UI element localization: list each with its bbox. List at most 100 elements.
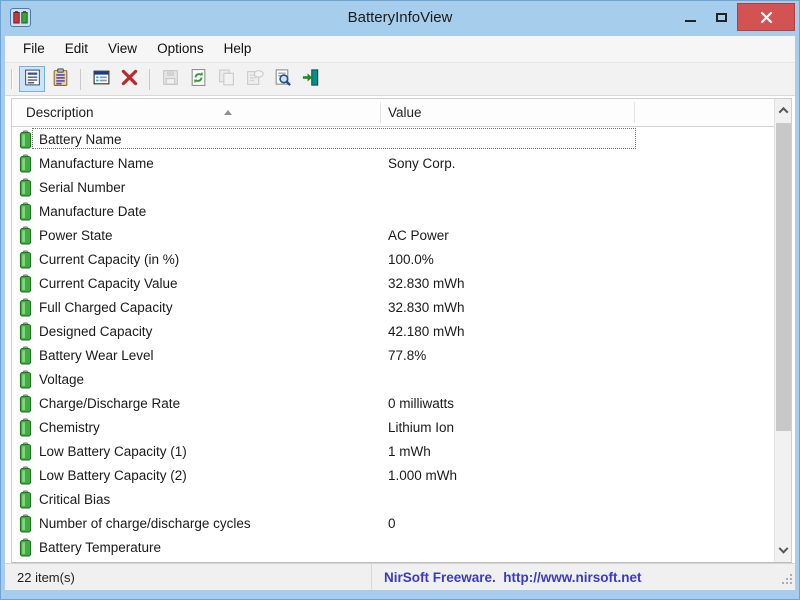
item-value: 77.8% [388, 348, 426, 363]
item-properties-button [241, 66, 267, 92]
list-item[interactable]: Manufacture Date [12, 199, 774, 223]
save-floppy-icon [161, 68, 180, 90]
item-value: Sony Corp. [388, 156, 456, 171]
menu-item-help[interactable]: Help [214, 36, 262, 62]
item-description: Voltage [39, 372, 84, 387]
vertical-scrollbar[interactable] [774, 99, 791, 562]
resize-grip-icon[interactable] [781, 573, 793, 588]
list-item[interactable]: Battery Temperature [12, 535, 774, 559]
battery-icon [19, 154, 32, 173]
list-view-wrapper: Description Value Battery Name [5, 96, 795, 563]
refresh-button[interactable] [185, 66, 211, 92]
save-button [157, 66, 183, 92]
minimize-button[interactable] [675, 3, 706, 31]
close-icon [760, 11, 773, 24]
item-value: 100.0% [388, 252, 434, 267]
find-magnifier-icon [273, 68, 292, 90]
list-item[interactable]: Current Capacity (in %) 100.0% [12, 247, 774, 271]
item-value: AC Power [388, 228, 449, 243]
item-value: 1.000 mWh [388, 468, 457, 483]
menu-item-view[interactable]: View [98, 36, 147, 62]
item-description: Serial Number [39, 180, 125, 195]
list-item[interactable]: Critical Bias [12, 487, 774, 511]
copy-icon [217, 68, 236, 90]
battery-icon [19, 178, 32, 197]
item-value: 32.830 mWh [388, 276, 465, 291]
html-report-button[interactable] [47, 66, 73, 92]
item-description: Current Capacity Value [39, 276, 178, 291]
menu-item-edit[interactable]: Edit [55, 36, 98, 62]
list-item[interactable]: Charge/Discharge Rate 0 milliwatts [12, 391, 774, 415]
battery-icon [19, 346, 32, 365]
report-clipboard-icon [51, 68, 70, 90]
battery-icon [19, 298, 32, 317]
item-description: Battery Name [39, 132, 122, 147]
battery-icon [19, 514, 32, 533]
list-item[interactable]: Current Capacity Value 32.830 mWh [12, 271, 774, 295]
battery-icon [19, 394, 32, 413]
list-item[interactable]: Serial Number [12, 175, 774, 199]
battery-icon [19, 418, 32, 437]
list-item[interactable]: Full Charged Capacity 32.830 mWh [12, 295, 774, 319]
list-item[interactable]: Manufacture Name Sony Corp. [12, 151, 774, 175]
list-item[interactable]: Number of charge/discharge cycles 0 [12, 511, 774, 535]
menu-item-file[interactable]: File [13, 36, 55, 62]
copy-button [213, 66, 239, 92]
nirsoft-branding-link[interactable]: NirSoft Freeware. http://www.nirsoft.net [384, 570, 642, 585]
item-description: Battery Temperature [39, 540, 161, 555]
battery-icon [19, 250, 32, 269]
item-value: 0 milliwatts [388, 396, 454, 411]
choose-columns-button[interactable] [88, 66, 114, 92]
battery-info-list: Description Value Battery Name [11, 98, 792, 563]
column-divider[interactable] [634, 102, 635, 123]
delete-button[interactable] [116, 66, 142, 92]
item-value: 42.180 mWh [388, 324, 465, 339]
list-item[interactable]: Chemistry Lithium Ion [12, 415, 774, 439]
properties-button[interactable] [19, 66, 45, 92]
item-description: Critical Bias [39, 492, 110, 507]
focus-rectangle [32, 128, 636, 149]
battery-icon [19, 274, 32, 293]
list-item[interactable]: Voltage [12, 367, 774, 391]
scrollbar-thumb[interactable] [776, 123, 791, 431]
properties-icon [23, 68, 42, 90]
menu-item-options[interactable]: Options [147, 36, 214, 62]
item-description: Manufacture Name [39, 156, 154, 171]
item-description: Power State [39, 228, 113, 243]
refresh-icon [189, 68, 208, 90]
exit-door-icon [301, 68, 320, 90]
scroll-down-button[interactable] [775, 540, 791, 562]
battery-icon [19, 226, 32, 245]
column-header-description[interactable]: Description [26, 99, 94, 126]
list-item[interactable]: Designed Capacity 42.180 mWh [12, 319, 774, 343]
list-item[interactable]: Power State AC Power [12, 223, 774, 247]
close-button[interactable] [737, 3, 795, 31]
battery-icon [19, 442, 32, 461]
chevron-up-icon [778, 106, 788, 116]
find-button[interactable] [269, 66, 295, 92]
status-branding-pane: NirSoft Freeware. http://www.nirsoft.net [372, 564, 795, 590]
status-item-count: 22 item(s) [5, 564, 372, 590]
item-description: Battery Wear Level [39, 348, 154, 363]
scroll-up-button[interactable] [775, 99, 791, 121]
toolbar-separator [149, 69, 150, 90]
exit-button[interactable] [297, 66, 323, 92]
column-header-value[interactable]: Value [388, 99, 422, 126]
item-description: Current Capacity (in %) [39, 252, 179, 267]
maximize-button[interactable] [706, 3, 737, 31]
battery-info-view-window: BatteryInfoView File Edit View Options H… [0, 0, 800, 600]
list-item[interactable]: Low Battery Capacity (2) 1.000 mWh [12, 463, 774, 487]
battery-icon [19, 538, 32, 557]
battery-icon [19, 130, 32, 149]
list-item[interactable]: Low Battery Capacity (1) 1 mWh [12, 439, 774, 463]
column-divider[interactable] [380, 102, 381, 123]
list-item[interactable]: Battery Name [12, 127, 774, 151]
item-description: Designed Capacity [39, 324, 152, 339]
titlebar[interactable]: BatteryInfoView [0, 0, 800, 36]
item-description: Chemistry [39, 420, 100, 435]
item-count-text: 22 item(s) [17, 570, 75, 585]
delete-x-icon [120, 68, 139, 90]
list-item[interactable]: Battery Wear Level 77.8% [12, 343, 774, 367]
item-description: Number of charge/discharge cycles [39, 516, 251, 531]
sort-ascending-icon [224, 110, 232, 115]
